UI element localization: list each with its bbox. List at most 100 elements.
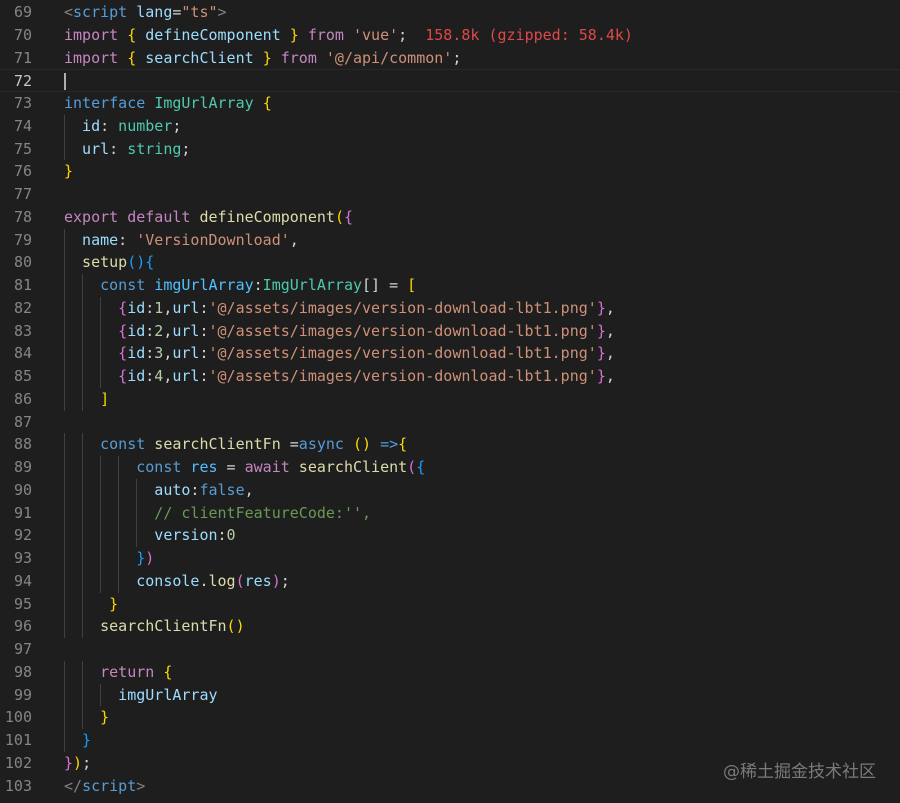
code-line[interactable]: 90 auto:false, — [0, 478, 900, 502]
import-cost-hint: 158.8k (gzipped: 58.4k) — [425, 25, 633, 44]
code-text: {id:1,url:'@/assets/images/version-downl… — [118, 297, 615, 320]
indent-guide — [82, 274, 84, 297]
code-line[interactable]: 84 {id:3,url:'@/assets/images/version-dow… — [0, 342, 900, 365]
code-line[interactable]: 77 — [0, 183, 900, 206]
code-line[interactable]: 76} — [0, 160, 900, 183]
code-line[interactable]: 92 version:0 — [0, 524, 900, 547]
code-line[interactable]: 100} — [0, 706, 900, 729]
line-number: 88 — [13, 435, 32, 454]
indent-guide — [118, 501, 120, 525]
code-line[interactable]: 79 name: 'VersionDownload', — [0, 228, 900, 252]
code-token: </ — [64, 776, 83, 795]
code-line[interactable]: 73 interface ImgUrlArray { — [0, 92, 900, 115]
indent-guide — [64, 547, 65, 570]
code-text: url: string; — [82, 138, 190, 161]
code-token: ; — [398, 25, 426, 44]
code-line[interactable]: 69 <script lang="ts"> — [0, 1, 900, 24]
code-editor[interactable]: 69 <script lang="ts"> 70 import { defineCom… — [0, 1, 900, 797]
line-number: 89 — [13, 458, 32, 476]
code-token: > — [217, 3, 227, 21]
code-token: id — [127, 298, 146, 317]
code-token: ImgUrlArray — [262, 276, 363, 294]
code-line[interactable]: 89 const res = await searchClient({ — [0, 456, 900, 479]
code-line[interactable]: 95 } — [0, 592, 900, 616]
code-token: } — [100, 708, 110, 727]
code-text: auto:false, — [154, 479, 253, 502]
code-line[interactable]: 87 — [0, 411, 900, 434]
code-text: const imgUrlArray:ImgUrlArray[] = [ — [100, 274, 416, 297]
code-token: false — [199, 480, 245, 499]
line-number: 71 — [13, 48, 32, 67]
code-token: { — [118, 367, 128, 385]
code-token: res — [190, 458, 218, 476]
line-number: 102 — [4, 753, 32, 772]
code-line[interactable]: 70 import { defineComponent } from 'vue';… — [0, 24, 900, 47]
indent-guide — [64, 274, 65, 297]
code-text: id: number; — [82, 115, 181, 138]
code-text: } — [64, 160, 73, 183]
indent-guide — [118, 524, 120, 547]
code-token: ; — [172, 116, 182, 135]
code-line[interactable]: 94 console.log(res); — [0, 569, 900, 593]
code-line[interactable]: 96 searchClientFn() — [0, 615, 900, 638]
code-token: async — [298, 435, 344, 454]
code-line[interactable]: 81 const imgUrlArray:ImgUrlArray[] = [ — [0, 274, 900, 297]
code-token: 1 — [154, 298, 164, 317]
code-token: ( — [407, 458, 417, 476]
text-cursor — [64, 73, 66, 91]
code-token: } — [64, 753, 74, 772]
code-token: < — [64, 3, 74, 21]
code-token: } — [82, 731, 92, 749]
line-number: 91 — [13, 503, 32, 522]
code-token: : — [145, 344, 155, 363]
indent-guide — [64, 365, 65, 388]
indent-guide — [64, 706, 65, 729]
code-token: [ — [407, 276, 417, 294]
code-line[interactable]: 82 {id:1,url:'@/assets/images/version-dow… — [0, 296, 900, 320]
code-line[interactable]: 85 {id:4,url:'@/assets/images/version-dow… — [0, 365, 900, 388]
code-line[interactable]: 72 — [0, 69, 900, 92]
code-token: () — [127, 253, 146, 272]
code-token: url — [82, 139, 110, 158]
code-text: } — [100, 593, 118, 616]
code-token: "ts" — [181, 3, 218, 21]
code-line[interactable]: 71 import { searchClient } from '@/api/co… — [0, 47, 900, 70]
code-text: export default defineComponent({ — [64, 206, 353, 229]
code-line[interactable]: 98 return { — [0, 660, 900, 684]
code-line[interactable]: 88 const searchClientFn =async () =>{ — [0, 433, 900, 456]
code-line[interactable]: 86] — [0, 387, 900, 411]
line-number: 76 — [13, 162, 32, 181]
code-token: script — [82, 776, 137, 795]
code-token: , — [163, 321, 173, 340]
code-token: } — [64, 162, 74, 181]
code-token: ; — [82, 753, 92, 772]
code-line[interactable]: 93}) — [0, 547, 900, 570]
code-line[interactable]: 74 id: number; — [0, 114, 900, 138]
code-token: imgUrlArray — [154, 276, 254, 294]
code-text: import { searchClient } from '@/api/comm… — [64, 47, 461, 70]
code-line[interactable]: 78 export default defineComponent({ — [0, 206, 900, 229]
code-text: const res = await searchClient({ — [136, 456, 425, 479]
code-token: , — [244, 480, 254, 499]
line-number: 70 — [13, 25, 32, 44]
code-line[interactable]: 99 imgUrlArray — [0, 683, 900, 707]
code-line[interactable]: 91 // clientFeatureCode:'', — [0, 501, 900, 525]
indent-guide — [82, 683, 84, 707]
line-number: 101 — [4, 731, 32, 749]
code-token: { — [343, 207, 353, 226]
code-line[interactable]: 83 {id:2,url:'@/assets/images/version-dow… — [0, 319, 900, 343]
code-line[interactable]: 101} — [0, 729, 900, 752]
code-token: } — [596, 344, 606, 363]
line-number: 90 — [13, 480, 32, 499]
code-line[interactable]: 80 setup(){ — [0, 251, 900, 274]
line-number: 78 — [13, 207, 32, 226]
code-token: } — [109, 594, 119, 613]
code-line[interactable]: 97 — [0, 638, 900, 661]
code-token: id — [127, 321, 146, 340]
code-token: string — [127, 139, 182, 158]
code-line[interactable]: 75 url: string; — [0, 137, 900, 161]
